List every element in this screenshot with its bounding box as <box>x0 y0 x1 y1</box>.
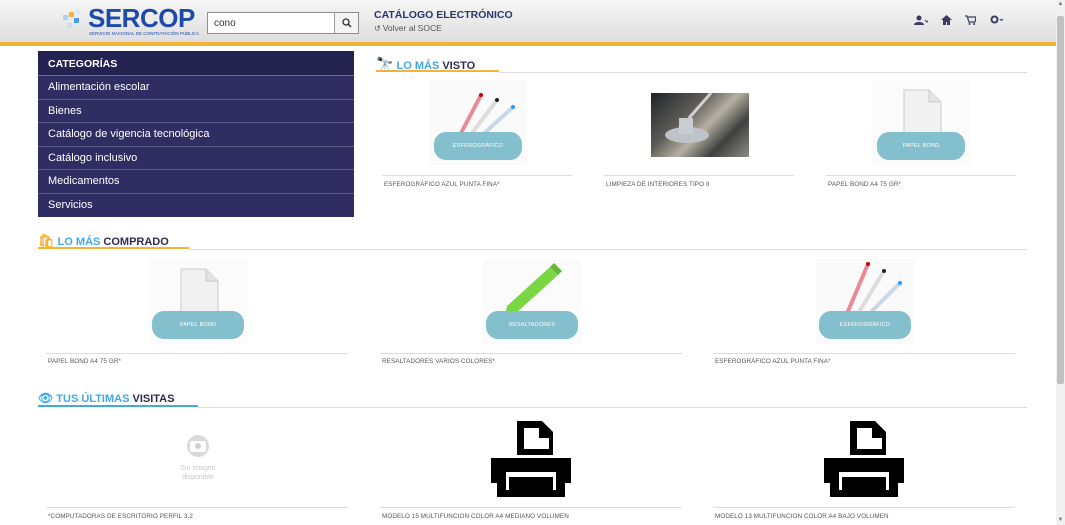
settings-menu[interactable] <box>989 14 1003 25</box>
gear-icon <box>990 15 1003 24</box>
product-divider <box>713 353 1015 354</box>
most-bought-heading: 🛍 LO MÁS COMPRADO <box>38 233 189 249</box>
user-menu[interactable] <box>914 15 928 25</box>
category-catalogo-inclusivo[interactable]: Catálogo inclusivo <box>38 147 354 170</box>
binoculars-icon: 🔭 <box>376 56 394 72</box>
section-divider <box>198 407 1027 408</box>
product-name[interactable]: MODELO 13 MULTIFUNCION COLOR A4 BAJO VOL… <box>715 513 889 520</box>
product-divider <box>380 353 682 354</box>
section-divider <box>189 249 1027 250</box>
product-divider <box>604 175 794 176</box>
no-image-label: Sin Imagen disponible <box>180 465 216 481</box>
printer-image[interactable] <box>482 416 580 506</box>
back-link-label: Volver al SOCE <box>382 23 442 33</box>
category-servicios[interactable]: Servicios <box>38 194 354 218</box>
cleaning-image[interactable] <box>651 92 749 157</box>
scroll-up-icon[interactable]: ▲ <box>1057 1 1064 8</box>
sercop-mark-icon <box>63 10 80 28</box>
product-name[interactable]: MODELO 15 MULTIFUNCION COLOR A4 MEDIANO … <box>382 513 569 520</box>
highlighter-image[interactable]: RESALTADORES <box>483 259 581 344</box>
cart-icon <box>965 14 976 25</box>
product-name[interactable]: ESFEROGRÁFICO AZUL PUNTA FINA* <box>384 181 500 188</box>
top-navigation-bar: SERCOP SERVICIO NACIONAL DE CONTRATACIÓN… <box>0 0 1056 46</box>
category-medicamentos[interactable]: Medicamentos <box>38 170 354 194</box>
product-divider <box>380 507 682 508</box>
product-divider <box>826 175 1016 176</box>
product-name[interactable]: PAPEL BOND A4 75 GR* <box>48 358 121 365</box>
sercop-logo[interactable]: SERCOP SERVICIO NACIONAL DE CONTRATACIÓN… <box>62 3 202 38</box>
pens-image[interactable]: ESFEROGRÁFICO <box>816 259 914 344</box>
search-box <box>207 12 359 34</box>
section-divider <box>499 72 1027 73</box>
user-actions <box>914 14 1003 25</box>
printer-icon <box>824 421 904 497</box>
logo-text: SERCOP <box>88 3 195 33</box>
category-sidebar: CATEGORÍAS Alimentación escolar Bienes C… <box>38 51 354 217</box>
home-button[interactable] <box>941 14 952 25</box>
most-viewed-heading: 🔭 LO MÁS VISTO <box>376 56 499 72</box>
categories-title: CATEGORÍAS <box>38 51 354 76</box>
search-input[interactable] <box>208 13 336 33</box>
pens-image[interactable]: ESFEROGRÁFICO <box>429 80 527 165</box>
product-badge: PAPEL BOND <box>152 311 244 339</box>
catalog-title: CATÁLOGO ELECTRÓNICO <box>374 9 513 21</box>
scrollbar-thumb[interactable] <box>1057 16 1064 384</box>
printer-image[interactable] <box>815 416 913 506</box>
product-badge: RESALTADORES <box>486 311 578 339</box>
category-alimentacion-escolar[interactable]: Alimentación escolar <box>38 76 354 100</box>
cart-button[interactable] <box>965 14 976 25</box>
eye-icon: 👁 <box>38 391 54 405</box>
product-name[interactable]: ESFEROGRÁFICO AZUL PUNTA FINA* <box>715 358 831 365</box>
floor-polisher-icon <box>665 92 713 143</box>
product-name[interactable]: RESALTADORES VARIOS COLORES* <box>382 358 495 365</box>
shopping-bag-icon: 🛍 <box>38 233 55 248</box>
user-icon <box>914 15 928 25</box>
recent-visits-heading: 👁 TUS ÚLTIMAS VISITAS <box>38 391 198 407</box>
no-image-placeholder[interactable]: Sin Imagen disponible <box>149 416 247 506</box>
scroll-down-icon[interactable]: ▼ <box>1057 517 1064 524</box>
logo-subtitle: SERVICIO NACIONAL DE CONTRATACIÓN PÚBLIC… <box>89 31 200 36</box>
product-badge: ESFEROGRÁFICO <box>434 132 522 160</box>
paper-image[interactable]: PAPEL BOND <box>149 259 247 344</box>
vertical-scrollbar[interactable]: ▲ ▼ <box>1056 0 1065 525</box>
product-divider <box>46 507 348 508</box>
printer-icon <box>491 421 571 497</box>
product-divider <box>713 507 1015 508</box>
paper-image[interactable]: PAPEL BOND <box>872 80 970 165</box>
search-icon <box>341 18 352 28</box>
home-icon <box>941 14 952 25</box>
product-name[interactable]: LIMPIEZA DE INTERIORES TIPO II <box>606 181 710 188</box>
product-name[interactable]: *COMPUTADORAS DE ESCRITORIO PERFIL 3.2 <box>48 513 193 520</box>
product-badge: ESFEROGRÁFICO <box>819 311 911 339</box>
search-button[interactable] <box>334 13 358 33</box>
product-divider <box>382 175 572 176</box>
product-name[interactable]: PAPEL BOND A4 75 GR* <box>828 181 901 188</box>
camera-icon <box>187 435 209 457</box>
product-divider <box>46 353 348 354</box>
category-vigencia-tecnologica[interactable]: Catálogo de vigencia tecnológica <box>38 123 354 147</box>
catalog-page: SERCOP SERVICIO NACIONAL DE CONTRATACIÓN… <box>0 0 1065 525</box>
product-badge: PAPEL BOND <box>877 132 965 160</box>
back-to-soce-link[interactable]: ↺ Volver al SOCE <box>374 23 442 33</box>
back-icon: ↺ <box>374 24 381 33</box>
category-bienes[interactable]: Bienes <box>38 100 354 123</box>
